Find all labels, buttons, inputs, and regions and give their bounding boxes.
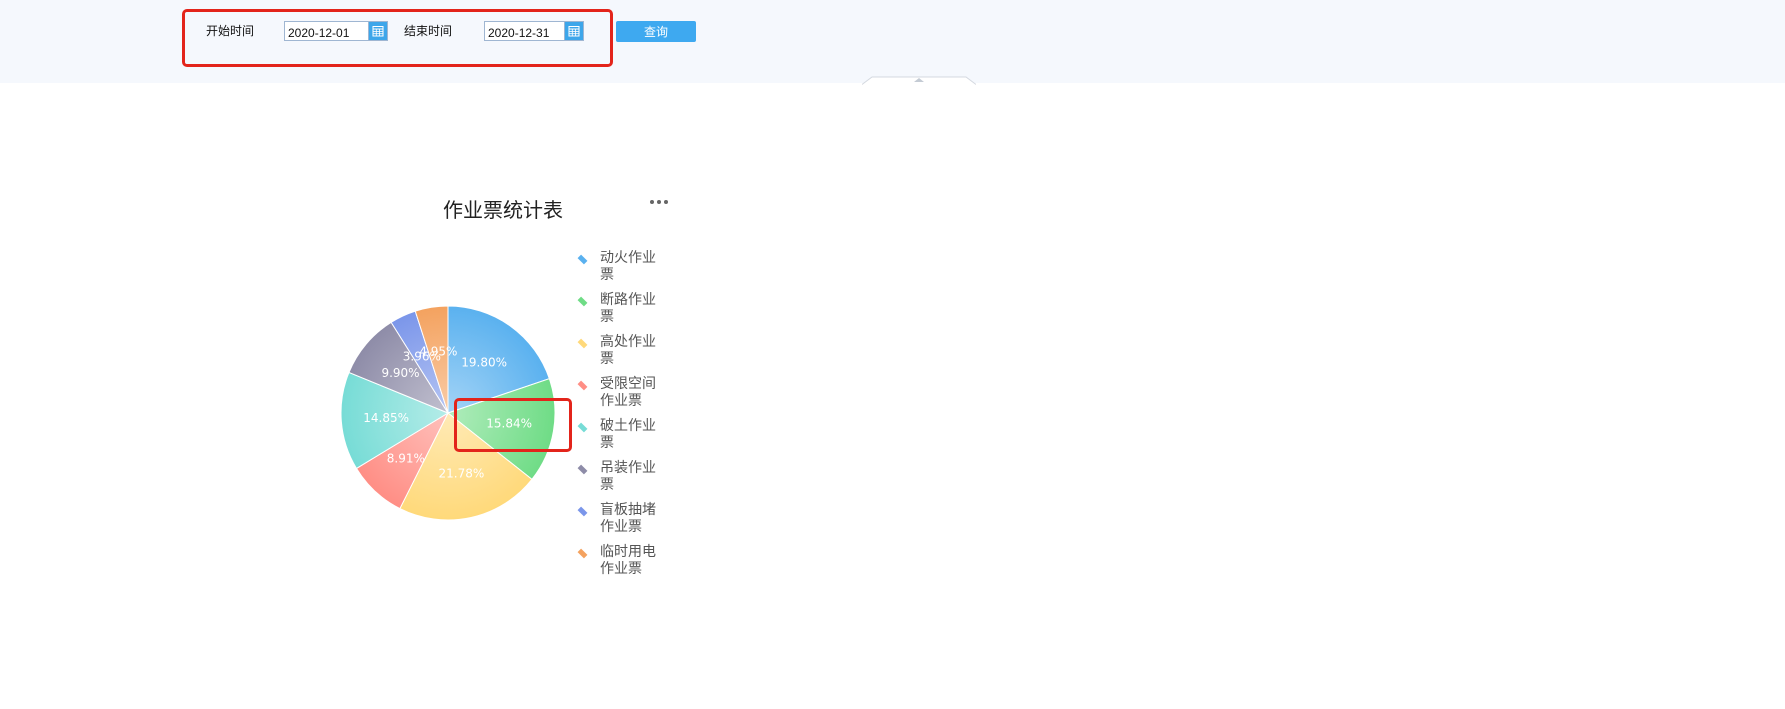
legend-marker-icon (577, 506, 588, 517)
legend-marker-icon (577, 548, 588, 559)
legend-marker-icon (577, 422, 588, 433)
slice-label: 9.90% (381, 366, 419, 380)
pie-chart: 19.80%15.84%21.78%8.91%14.85%9.90%3.96%4… (340, 305, 556, 521)
legend-item[interactable]: 动火作业票 (574, 250, 674, 292)
legend-label: 受限空间作业票 (600, 376, 656, 409)
legend-label: 破土作业票 (600, 418, 656, 451)
legend-marker-icon (577, 338, 588, 349)
legend-label: 动火作业票 (600, 250, 656, 283)
slice-label: 15.84% (486, 417, 532, 431)
legend-marker-icon (577, 296, 588, 307)
legend-item[interactable]: 盲板抽堵作业票 (574, 502, 674, 544)
slice-label: 19.80% (461, 356, 507, 370)
legend-item[interactable]: 破土作业票 (574, 418, 674, 460)
legend-marker-icon (577, 464, 588, 475)
legend-item[interactable]: 吊装作业票 (574, 460, 674, 502)
slice-label: 8.91% (387, 452, 425, 466)
slice-label: 14.85% (363, 411, 409, 425)
legend-marker-icon (577, 380, 588, 391)
legend-item[interactable]: 断路作业票 (574, 292, 674, 334)
chart-legend: 动火作业票断路作业票高处作业票受限空间作业票 破土作业票吊装作业票盲板抽堵作业票临… (574, 250, 674, 586)
legend-label: 高处作业票 (600, 334, 656, 367)
legend-label: 吊装作业票 (600, 460, 656, 493)
legend-item[interactable]: 高处作业票 (574, 334, 674, 376)
legend-item[interactable]: 受限空间作业票 (574, 376, 674, 418)
legend-marker-icon (577, 254, 588, 265)
slice-label: 4.95% (419, 345, 457, 359)
legend-label: 临时用电作业票 (600, 544, 656, 577)
legend-label: 盲板抽堵作业票 (600, 502, 656, 535)
legend-item[interactable]: 临时用电作业票 (574, 544, 674, 586)
slice-label: 21.78% (439, 467, 485, 481)
legend-label: 断路作业票 (600, 292, 656, 325)
